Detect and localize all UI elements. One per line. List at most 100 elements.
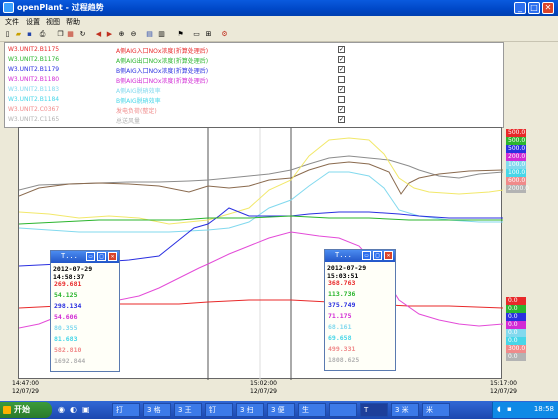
quicklaunch-icon[interactable]: ◐ [70, 405, 77, 414]
tag-name: W3.UNIT2.B1176 [8, 56, 60, 63]
tag-row[interactable]: W3.UNIT2.C0367 发电负荷(整定) ✓ [5, 105, 503, 115]
grid-icon[interactable]: ▥ [157, 30, 166, 39]
tag-row[interactable]: W3.UNIT2.B1183 A侧AIG脱硝效率 ✓ [5, 85, 503, 95]
tag-name: W3.UNIT2.B1184 [8, 96, 60, 103]
tag-row[interactable]: W3.UNIT2.B1180 B侧AIG出口NOx浓度(折算处理后) [5, 75, 503, 85]
menu-view[interactable]: 视图 [46, 17, 60, 27]
taskbar-item[interactable]: 3 王 [174, 403, 202, 417]
popup-header[interactable]: T... ▭ □ ✕ [51, 251, 119, 263]
chart-icon[interactable]: ▤ [145, 30, 154, 39]
taskbar-item[interactable]: 3 米 [391, 403, 419, 417]
scale-min-label: 0.0 [506, 353, 526, 361]
maximize-button[interactable]: □ [528, 2, 540, 14]
scale-min-label: 0.0 [506, 329, 526, 337]
window-title: openPlant - 过程趋势 [17, 3, 104, 12]
popup-maximize-button[interactable]: □ [373, 251, 382, 260]
zoom-out-icon[interactable]: ⊖ [129, 30, 138, 39]
popup-restore-button[interactable]: ▭ [362, 251, 371, 260]
tag-checkbox[interactable] [338, 96, 345, 103]
quicklaunch-icon[interactable]: ▣ [82, 405, 90, 414]
time-axis-mid-date: 12/07/29 [250, 388, 277, 395]
print-icon[interactable]: ⎙ [38, 30, 47, 39]
menu-settings[interactable]: 设置 [26, 17, 40, 27]
popup-value: 54.606 [54, 313, 78, 321]
next-icon[interactable]: ▶ [105, 30, 114, 39]
time-axis-right-time: 15:17:00 [490, 380, 517, 387]
popup-maximize-button[interactable]: □ [97, 252, 106, 261]
popup-value: 368.763 [328, 279, 356, 287]
taskbar-item[interactable]: 3 便 [267, 403, 295, 417]
popup-value: 1808.625 [328, 356, 360, 364]
tag-checkbox[interactable]: ✓ [338, 106, 345, 113]
series-gray [18, 155, 504, 191]
tag-desc: B侧AIG脱硝效率 [116, 98, 161, 105]
tag-checkbox[interactable]: ✓ [338, 66, 345, 73]
scale-max-label: 2000.0 [506, 185, 529, 193]
menu-help[interactable]: 帮助 [66, 17, 80, 27]
cursor-value-popup[interactable]: T... ▭ □ ✕ 2012-07-29 14:58:37 269.681 5… [50, 250, 120, 372]
time-axis: 14:47:00 12/07/29 15:02:00 12/07/29 15:1… [0, 379, 558, 397]
tag-checkbox[interactable]: ✓ [338, 86, 345, 93]
scale-max-label: 500.0 [506, 145, 526, 153]
quicklaunch-icon[interactable]: ◉ [58, 405, 65, 414]
flag-icon[interactable]: ⚑ [176, 30, 185, 39]
tag-row[interactable]: W3.UNIT2.B1175 A侧AIG入口NOx浓度(折算处理后) ✓ [5, 45, 503, 55]
taskbar-item[interactable]: 3 格 [143, 403, 171, 417]
popup-close-button[interactable]: ✕ [108, 252, 117, 261]
taskbar-item[interactable]: 打 [112, 403, 140, 417]
tag-desc: B侧AIG出口NOx浓度(折算处理后) [116, 78, 209, 85]
scale-min-label: 0.0 [506, 305, 526, 313]
scale-max-label: 200.0 [506, 153, 526, 161]
tag-checkbox[interactable]: ✓ [338, 46, 345, 53]
scale-max-label: 100.0 [506, 161, 526, 169]
tag-icon[interactable]: ⚙ [220, 30, 229, 39]
new-icon[interactable]: ▯ [3, 30, 12, 39]
taskbar-item[interactable]: 生 [298, 403, 326, 417]
popup-restore-button[interactable]: ▭ [86, 252, 95, 261]
table-icon[interactable]: ⊞ [204, 30, 213, 39]
cursor-value-popup[interactable]: T... ▭ □ ✕ 2012-07-29 15:03:51 368.763 1… [324, 249, 396, 371]
tag-checkbox[interactable] [338, 76, 345, 83]
save-icon[interactable]: ▪ [25, 30, 34, 39]
menu-file[interactable]: 文件 [5, 17, 19, 27]
taskbar-item[interactable]: 米 [422, 403, 450, 417]
tag-checkbox[interactable]: ✓ [338, 116, 345, 123]
popup-header[interactable]: T... ▭ □ ✕ [325, 250, 395, 262]
scale-max-label: 500.0 [506, 137, 526, 145]
clock: 18:58 [533, 405, 554, 413]
start-label: 开始 [14, 405, 30, 414]
taskbar-item[interactable]: T [360, 403, 388, 417]
zoom-in-icon[interactable]: ⊕ [117, 30, 126, 39]
list-icon[interactable]: ▭ [192, 30, 201, 39]
scale-max-label: 500.0 [506, 129, 526, 137]
tag-checkbox[interactable]: ✓ [338, 56, 345, 63]
tag-name: W3.UNIT2.B1180 [8, 76, 60, 83]
popup-close-button[interactable]: ✕ [384, 251, 393, 260]
taskbar-item[interactable]: 钉 [205, 403, 233, 417]
taskbar-item[interactable]: 3 扫 [236, 403, 264, 417]
popup-value: 68.161 [328, 323, 352, 331]
tag-row[interactable]: W3.UNIT2.B1179 B侧AIG入口NOx浓度(折算处理后) ✓ [5, 65, 503, 75]
prev-icon[interactable]: ◀ [94, 30, 103, 39]
popup-value: 269.681 [54, 280, 82, 288]
tag-row[interactable]: W3.UNIT2.B1176 A侧AIG出口NOx浓度(折算处理后) ✓ [5, 55, 503, 65]
app-icon [3, 2, 14, 13]
popup-value: 375.749 [328, 301, 356, 309]
start-button[interactable]: 开始 [0, 402, 52, 418]
copy-icon[interactable]: ❐ [56, 30, 65, 39]
popup-value: 1692.844 [54, 357, 86, 365]
tag-row[interactable]: W3.UNIT2.B1184 B侧AIG脱硝效率 [5, 95, 503, 105]
minimize-button[interactable]: _ [514, 2, 526, 14]
close-button[interactable]: ✕ [542, 2, 554, 14]
tag-desc: A侧AIG入口NOx浓度(折算处理后) [116, 48, 209, 55]
network-icon[interactable]: ▪ [507, 405, 512, 413]
open-icon[interactable]: ▰ [14, 30, 23, 39]
tag-row[interactable]: W3.UNIT2.C1165 总送风量 ✓ [5, 115, 503, 125]
color-icon[interactable]: ▦ [66, 30, 75, 39]
volume-icon[interactable]: ◖ [497, 405, 501, 413]
popup-value: 499.331 [328, 345, 356, 353]
popup-title: T... [61, 252, 78, 260]
system-tray: ◖ ▪ 18:58 [492, 402, 558, 418]
taskbar-item[interactable] [329, 403, 357, 417]
refresh-icon[interactable]: ↻ [78, 30, 87, 39]
